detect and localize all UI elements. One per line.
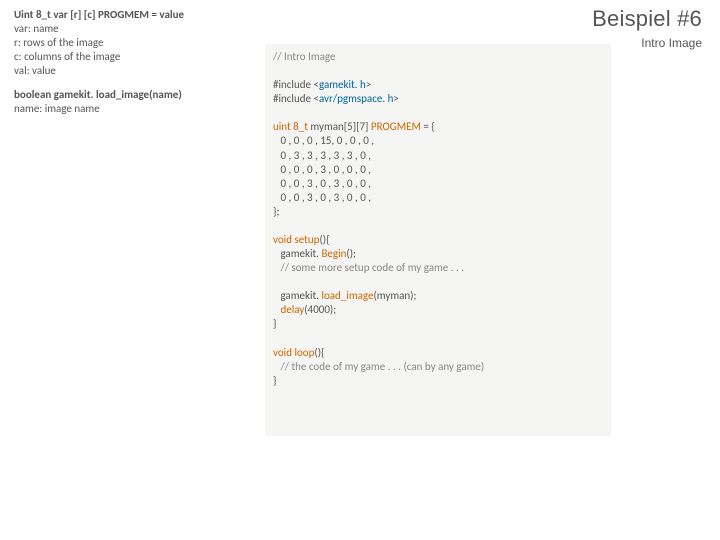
param-r: r: rows of the image <box>14 36 254 50</box>
code-decl-var: myman[5][7] <box>310 120 371 133</box>
code-include1-end: > <box>366 78 371 91</box>
signature-2: boolean gamekit. load_image(name) <box>14 88 254 102</box>
code-row5: 0 , 0 , 3 , 0 , 3 , 0 , 0 , <box>273 191 371 204</box>
code-include2-end: > <box>393 92 398 105</box>
page: Beispiel #6 Intro Image Uint 8_t var [r]… <box>0 0 720 540</box>
code-loop-name: loop <box>294 346 314 359</box>
page-title: Beispiel #6 <box>592 6 702 32</box>
code-loop-body-comment: // the code of my game . . . (can by any… <box>273 360 484 373</box>
code-box: // Intro Image #include <gamekit. h> #in… <box>265 44 611 436</box>
code-setup-name: setup <box>294 233 319 246</box>
code-delay-arg: (4000); <box>304 303 336 316</box>
param-val: val: value <box>14 64 254 78</box>
code-row4: 0 , 0 , 3 , 0 , 3 , 0 , 0 , <box>273 177 371 190</box>
code-include1: #include < <box>273 78 319 91</box>
code-include2: #include < <box>273 92 319 105</box>
code-decl-progmem: PROGMEM <box>371 120 423 133</box>
code-loop-void: void <box>273 346 294 359</box>
code-decl-close: }; <box>273 205 279 218</box>
code-decl-type: uint 8_t <box>273 120 310 133</box>
param-c: c: columns of the image <box>14 50 254 64</box>
code-row3: 0 , 0 , 0 , 3 , 0 , 0 , 0 , <box>273 163 371 176</box>
code-comment: // Intro Image <box>273 50 335 63</box>
code-setup-void: void <box>273 233 294 246</box>
code-decl-open: = { <box>423 120 434 133</box>
code-setup-open: (){ <box>319 233 329 246</box>
param-var: var: name <box>14 22 254 36</box>
code-loop-close: } <box>273 374 276 387</box>
code-include1-lib: gamekit. h <box>319 78 366 91</box>
code-setup-begin: Begin <box>321 247 346 260</box>
code-row1: 0 , 0 , 0 , 15, 0 , 0 , 0 , <box>273 134 374 147</box>
left-column: Uint 8_t var [r] [c] PROGMEM = value var… <box>14 8 254 117</box>
code-loadimg-arg: (myman); <box>373 289 416 302</box>
code-include2-lib: avr/pgmspace. h <box>319 92 393 105</box>
code-loadimg-obj: gamekit. <box>273 289 321 302</box>
param-name2: name: image name <box>14 102 254 116</box>
signature-1: Uint 8_t var [r] [c] PROGMEM = value <box>14 8 254 22</box>
code-loadimg: load_image <box>321 289 373 302</box>
code-setup-begin-end: (); <box>346 247 356 260</box>
code-delay: delay <box>273 303 304 316</box>
code-loop-open: (){ <box>314 346 324 359</box>
code-setup-more-comment: // some more setup code of my game . . . <box>273 261 464 274</box>
code-setup-close: } <box>273 317 276 330</box>
code-row2: 0 , 3 , 3 , 3 , 3 , 3 , 0 , <box>273 149 371 162</box>
code-setup-begin-obj: gamekit. <box>273 247 321 260</box>
